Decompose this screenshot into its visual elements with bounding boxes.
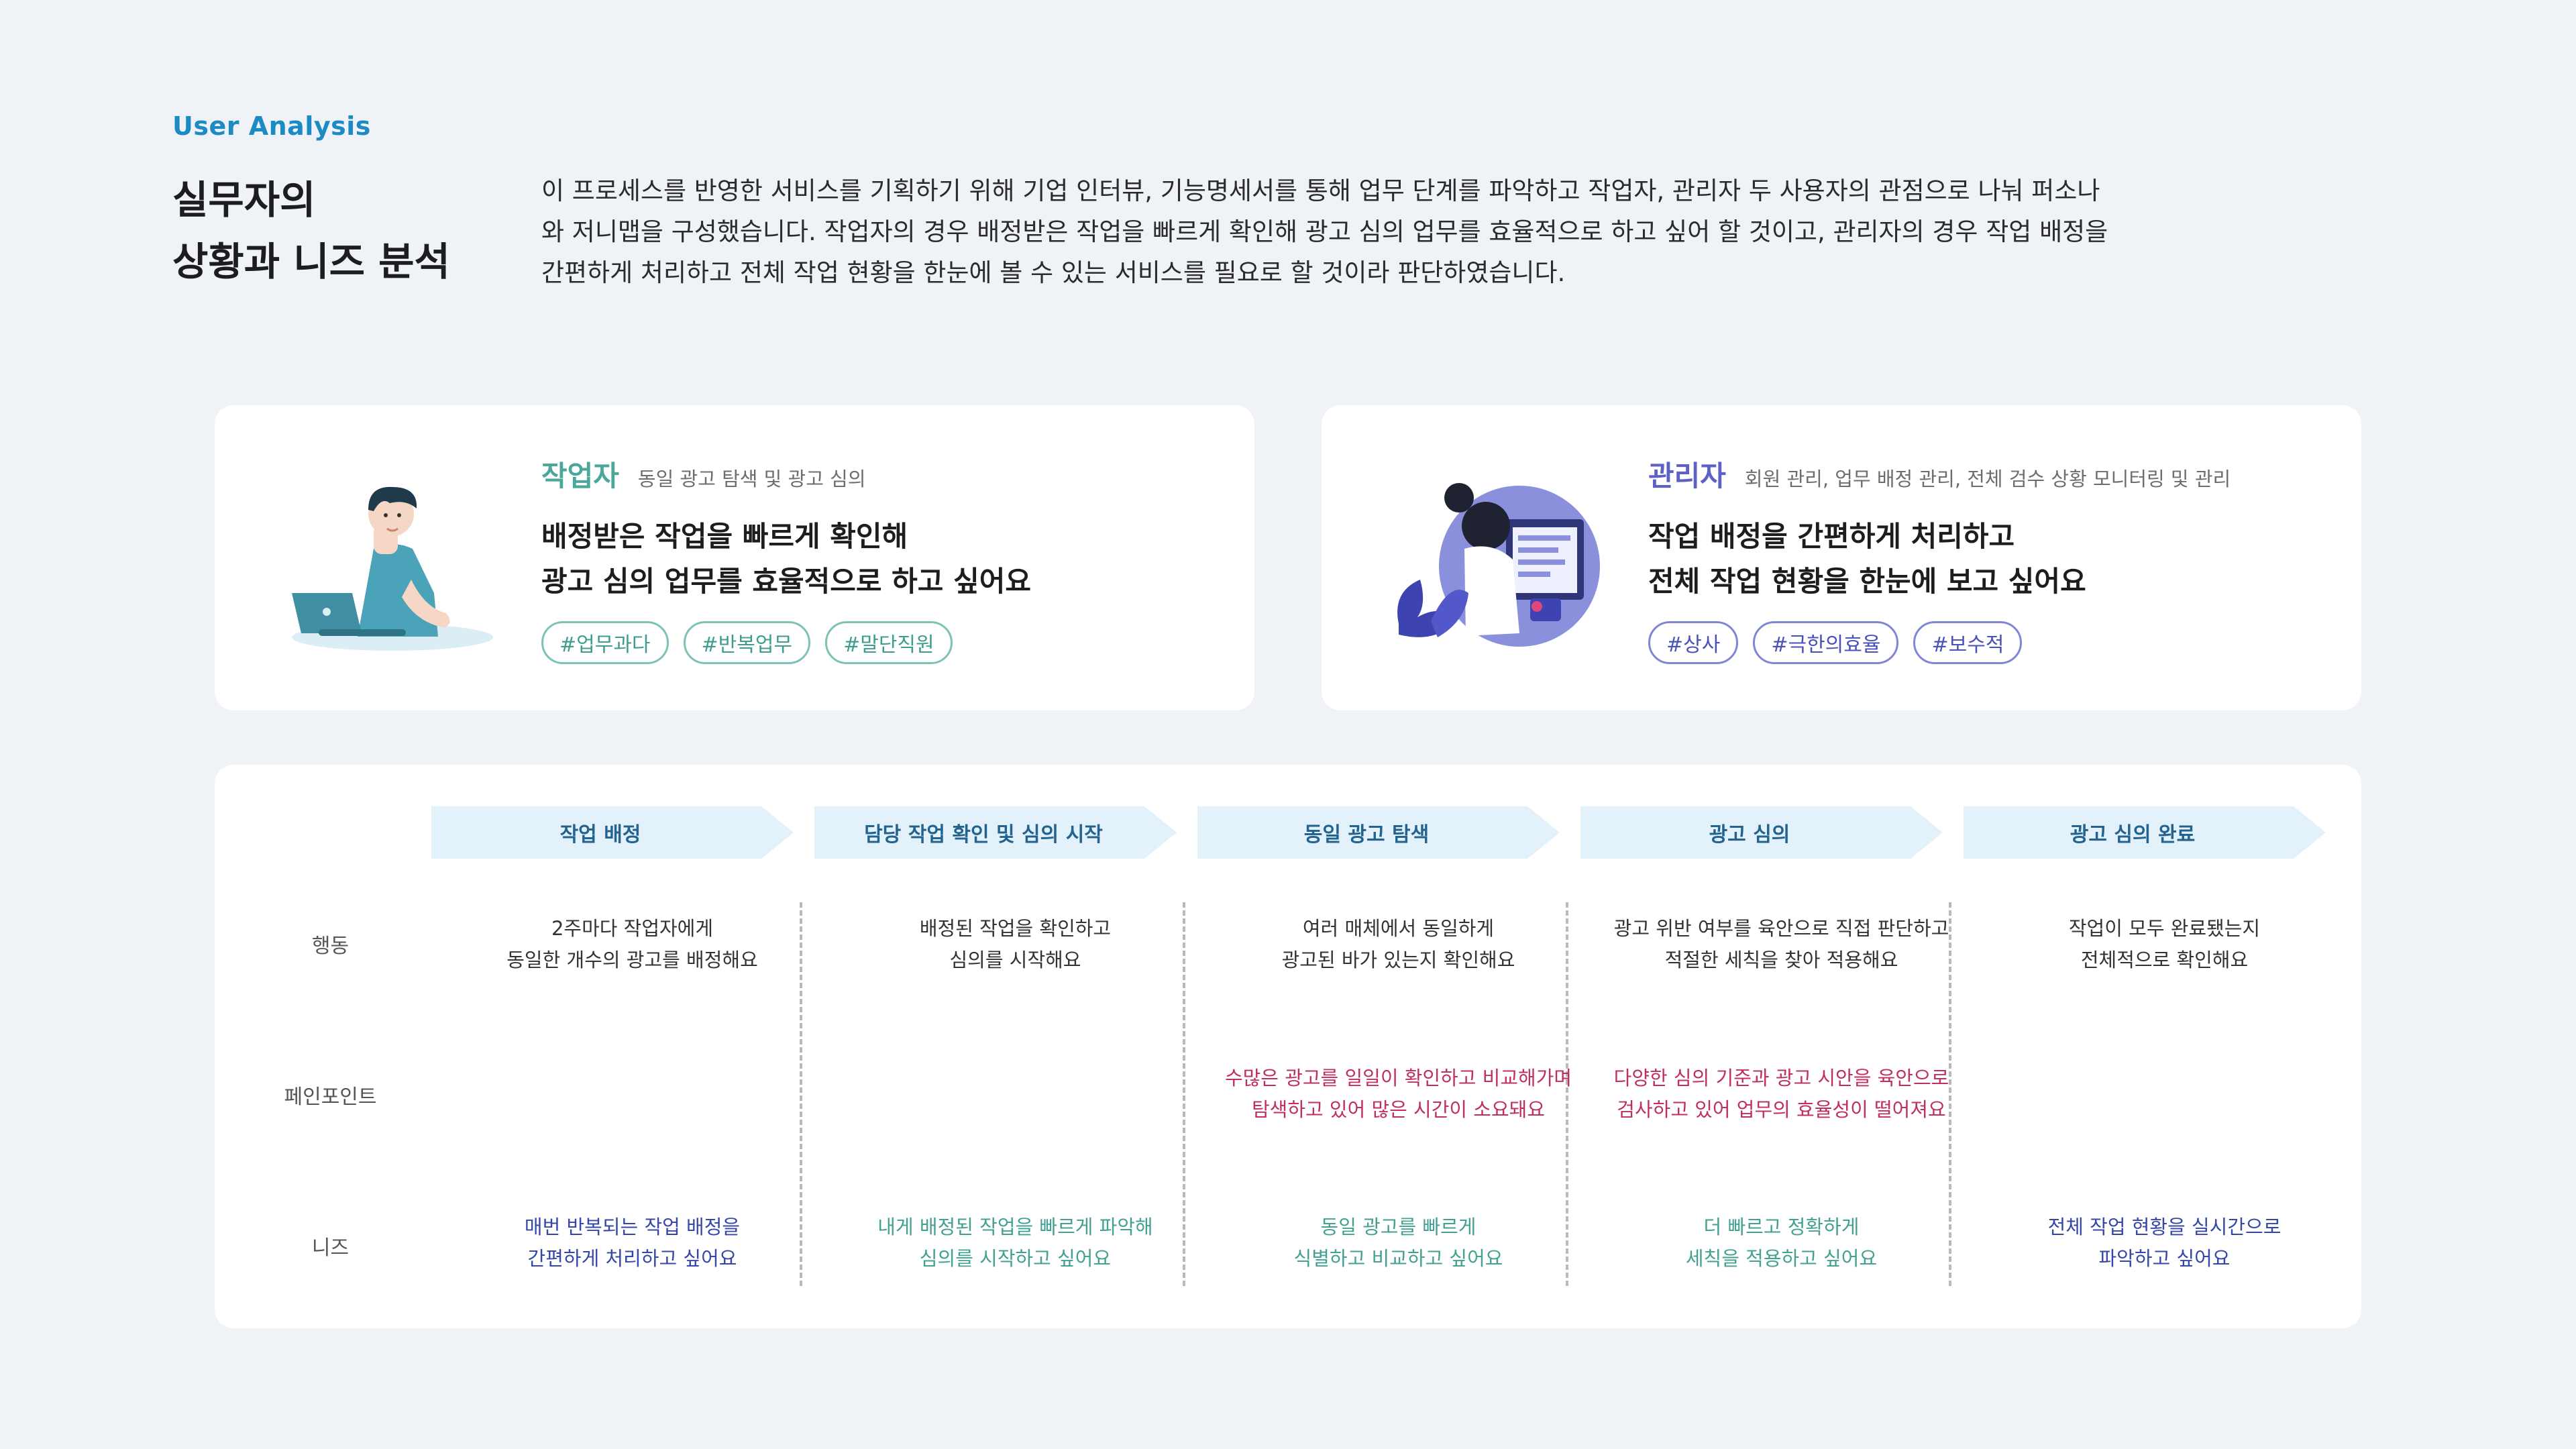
persona-description: 동일 광고 탐색 및 광고 심의 [637, 468, 866, 490]
worker-illustration-icon [292, 486, 493, 651]
persona-quote: 배정받은 작업을 빠르게 확인해 광고 심의 업무를 효율적으로 하고 싶어요 [541, 520, 1031, 598]
persona-card-worker: 작업자 동일 광고 탐색 및 광고 심의 배정받은 작업을 빠르게 확인해 광고… [215, 405, 1254, 710]
persona-header: 작업자 동일 광고 탐색 및 광고 심의 [541, 453, 866, 494]
persona-header: 관리자 회원 관리, 업무 배정 관리, 전체 검수 상황 모니터링 및 관리 [1648, 453, 2231, 494]
action-cell: 작업이 모두 완료됐는지 전체적으로 확인해요 [2068, 917, 2261, 971]
persona-tags: #업무과다 #반복업무 #말단직원 [541, 621, 953, 664]
manager-illustration-icon [1397, 483, 1600, 647]
row-label-painpoint: 페인포인트 [284, 1085, 377, 1109]
tag: #업무과다 [541, 621, 669, 664]
action-cell: 여러 매체에서 동일하게 광고된 바가 있는지 확인해요 [1281, 917, 1515, 971]
journey-step-3: 동일 광고 탐색 [1197, 806, 1560, 859]
tag: #보수적 [1913, 621, 2023, 664]
action-cell: 배정된 작업을 확인하고 심의를 시작해요 [919, 917, 1112, 971]
painpoint-cell: 다양한 심의 기준과 광고 시안을 육안으로 검사하고 있어 업무의 효율성이 … [1613, 1067, 1949, 1121]
action-cell: 광고 위반 여부를 육안으로 직접 판단하고 적절한 세칙을 찾아 적용해요 [1613, 917, 1949, 971]
need-cell: 매번 반복되는 작업 배정을 간편하게 처리하고 싶어요 [524, 1216, 741, 1270]
need-cell: 더 빠르고 정확하게 세칙을 적용하고 싶어요 [1685, 1216, 1878, 1270]
persona-role: 작업자 [541, 460, 619, 492]
intro-paragraph: 이 프로세스를 반영한 서비스를 기획하기 위해 기업 인터뷰, 기능명세서를 … [541, 176, 2108, 287]
section-headline: 실무자의 상황과 니즈 분석 [172, 177, 450, 284]
row-label-needs: 니즈 [311, 1236, 350, 1260]
tag: #말단직원 [825, 621, 953, 664]
persona-description: 회원 관리, 업무 배정 관리, 전체 검수 상황 모니터링 및 관리 [1744, 468, 2231, 490]
row-label-action: 행동 [311, 934, 350, 958]
tag: #반복업무 [683, 621, 811, 664]
journey-step-2: 담당 작업 확인 및 심의 시작 [814, 806, 1177, 859]
need-cell: 내게 배정된 작업을 빠르게 파악해 심의를 시작하고 싶어요 [877, 1216, 1153, 1270]
journey-step-4: 광고 심의 [1580, 806, 1943, 859]
need-cell: 동일 광고를 빠르게 식별하고 비교하고 싶어요 [1293, 1216, 1503, 1270]
painpoint-cell: 수많은 광고를 일일이 확인하고 비교해가며 탐색하고 있어 많은 시간이 소요… [1224, 1067, 1572, 1121]
section-eyebrow: User Analysis [172, 111, 371, 141]
persona-quote: 작업 배정을 간편하게 처리하고 전체 작업 현황을 한눈에 보고 싶어요 [1648, 520, 2086, 598]
tag: #극한의효율 [1753, 621, 1899, 664]
need-cell: 전체 작업 현황을 실시간으로 파악하고 싶어요 [2047, 1216, 2282, 1270]
journey-step-5: 광고 심의 완료 [1964, 806, 2326, 859]
persona-card-manager: 관리자 회원 관리, 업무 배정 관리, 전체 검수 상황 모니터링 및 관리 … [1322, 405, 2361, 710]
persona-tags: #상사 #극한의효율 #보수적 [1648, 621, 2023, 664]
persona-role: 관리자 [1648, 460, 1726, 492]
journey-step-1: 작업 배정 [431, 806, 794, 859]
journey-map: 행동 페인포인트 니즈 작업 배정 담당 작업 확인 및 심의 시작 동일 광고… [215, 765, 2361, 1328]
tag: #상사 [1648, 621, 1739, 664]
action-cell: 2주마다 작업자에게 동일한 개수의 광고를 배정해요 [506, 917, 758, 971]
